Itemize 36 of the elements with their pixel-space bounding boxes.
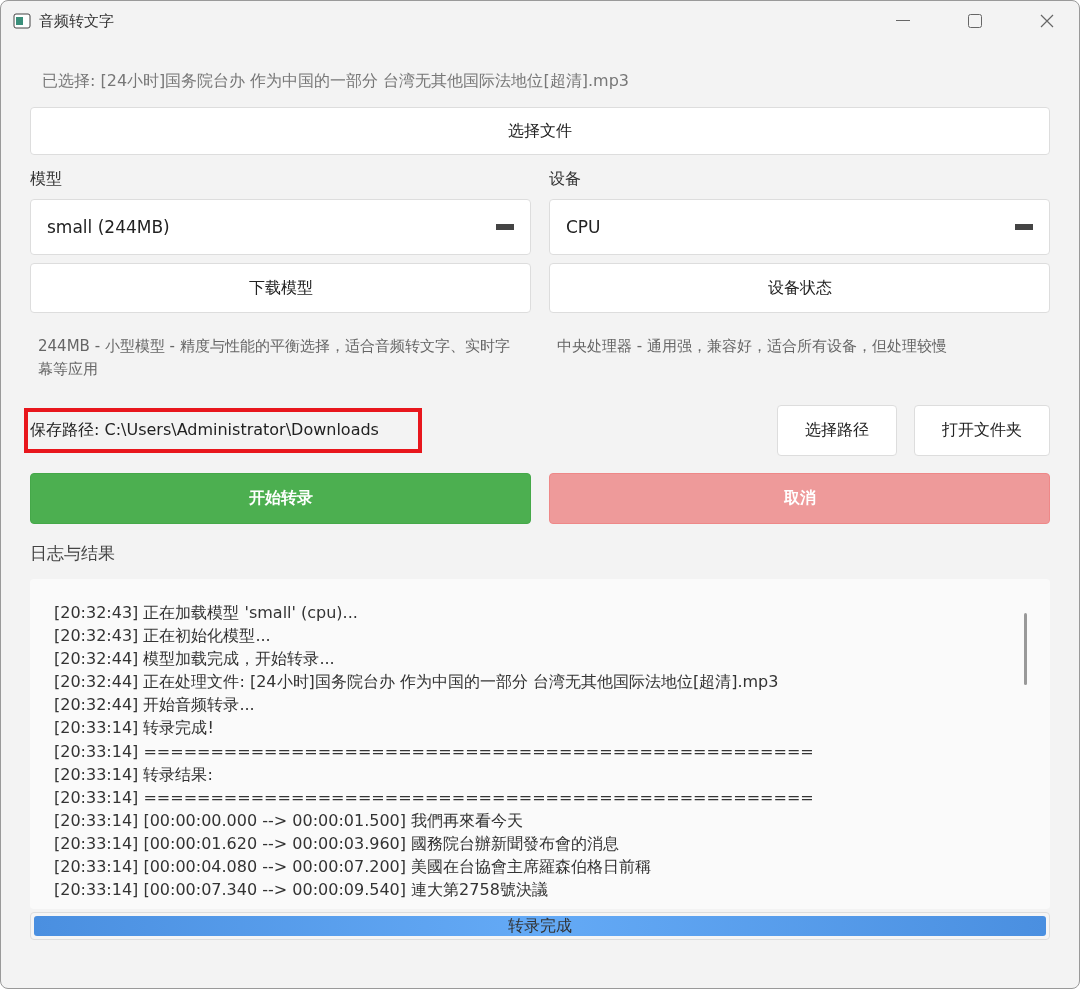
maximize-icon	[968, 14, 982, 28]
dropdown[interactable]: CPU	[549, 199, 1050, 255]
log-line: [20:33:14] ==================================================	[54, 786, 815, 809]
save-path-text: 保存路径: C:\Users\Administrator\Downloads	[24, 408, 422, 453]
log-line: [20:33:14] ==================================================	[54, 740, 815, 763]
minimize-icon	[896, 20, 910, 22]
window-title: 音频转文字	[39, 11, 115, 31]
log-line: [20:33:14] [00:00:07.340 --> 00:00:09.540] 連大第2758號決議	[54, 879, 549, 902]
dropdown-icon	[496, 224, 514, 230]
log-line: [20:32:44] 开始音频转录...	[54, 694, 256, 717]
log-line: [20:33:14] 转录结果:	[54, 763, 214, 786]
log-line: [20:32:44] 正在处理文件: [24小时]国务院台办 作为中国的一部分 台湾无其他国际法地位[超清].mp3	[54, 671, 780, 694]
description-text: 中央处理器 - 通用强，兼容好，适合所有设备，但处理较慢	[556, 336, 948, 357]
log-title: 日志与结果	[30, 542, 116, 565]
field-label: 模型	[30, 169, 63, 190]
path-button[interactable]: 打开文件夹	[914, 405, 1050, 456]
action-button[interactable]: 下载模型	[30, 263, 531, 313]
scrollbar[interactable]	[1024, 613, 1027, 685]
app-icon	[13, 13, 31, 29]
close-icon	[1040, 14, 1054, 28]
log-line: [20:32:44] 模型加载完成，开始转录...	[54, 648, 336, 671]
log-line: [20:33:14] [00:00:01.620 --> 00:00:03.960] 國務院台辦新聞發布會的消息	[54, 832, 621, 855]
select-file-button[interactable]: 选择文件	[30, 107, 1050, 155]
action-button[interactable]: 设备状态	[549, 263, 1050, 313]
selected-file-text: 已选择: [24小时]国务院台办 作为中国的一部分 台湾无其他国际法地位[超清].mp3	[41, 71, 630, 92]
log-line: [20:32:43] 正在加载模型 'small' (cpu)...	[54, 602, 359, 624]
log-line: [20:33:14] [00:00:00.000 --> 00:00:01.500] 我們再來看今天	[54, 809, 525, 832]
log-line: [20:32:43] 正在初始化模型...	[54, 625, 272, 648]
dropdown-icon	[1015, 224, 1033, 230]
description-text: 244MB - 小型模型 - 精度与性能的平衡选择，适合音频转文字、实时字幕等应用	[37, 336, 511, 380]
progress-label: 转录完成	[507, 916, 573, 937]
log-line: [20:33:14] 转录完成!	[54, 717, 215, 740]
log-line: [20:33:14] [00:00:04.080 --> 00:00:07.200] 美國在台協會主席羅森伯格日前稱	[54, 856, 653, 879]
field-label: 设备	[549, 169, 582, 190]
dropdown[interactable]: small (244MB)	[30, 199, 531, 255]
path-button[interactable]: 选择路径	[777, 405, 897, 456]
